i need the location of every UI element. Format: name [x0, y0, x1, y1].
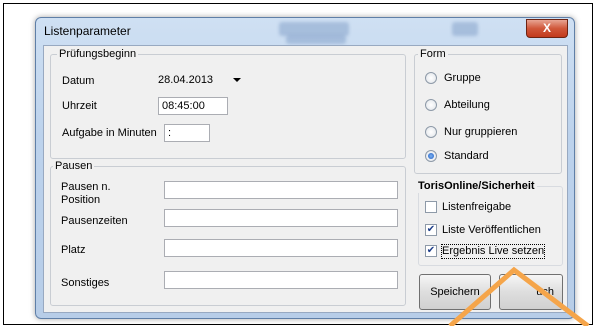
ergebnis-live-label: Ergebnis Live setzen	[440, 244, 546, 259]
dialog-client-area: Prüfungsbeginn Datum 28.04.2013 Uhrzeit …	[43, 45, 568, 313]
sonstiges-input[interactable]	[164, 271, 398, 289]
save-button[interactable]: Speichern	[419, 274, 491, 310]
platz-label: Platz	[61, 244, 86, 256]
listenparameter-dialog: Listenparameter X Prüfungsbeginn Datum 2…	[35, 17, 575, 319]
torisonline-title: TorisOnline/Sicherheit	[418, 180, 537, 193]
radio-icon[interactable]	[425, 126, 437, 138]
checkbox-icon[interactable]	[425, 201, 437, 213]
radio-icon[interactable]	[425, 72, 437, 84]
pausen-position-label: Pausen n. Position	[61, 181, 111, 206]
blurred-background-text	[279, 22, 349, 36]
uhrzeit-input[interactable]: 08:45:00	[158, 97, 228, 115]
liste-veroeffentlichen-label: Liste Veröffentlichen	[442, 224, 541, 236]
blurred-background-text	[452, 22, 478, 36]
window-title: Listenparameter	[44, 24, 131, 38]
form-group: Form Gruppe Abteilung Nur gruppieren Sta…	[414, 48, 562, 174]
aufgabe-label: Aufgabe in Minuten	[62, 127, 157, 139]
uhrzeit-label: Uhrzeit	[62, 100, 97, 112]
radio-abteilung-label: Abteilung	[444, 99, 490, 111]
search-button[interactable]: uch	[499, 274, 563, 310]
pausenzeiten-input[interactable]	[164, 209, 398, 227]
pruefungsbeginn-title: Prüfungsbeginn	[57, 48, 139, 60]
pausen-group: Pausen Pausen n. Position Pausenzeiten P…	[50, 160, 406, 306]
sonstiges-label: Sonstiges	[61, 277, 110, 289]
radio-selected-icon[interactable]	[425, 150, 437, 162]
close-icon: X	[542, 21, 551, 35]
listenfreigabe-label: Listenfreigabe	[442, 201, 512, 213]
torisonline-group: TorisOnline/Sicherheit Listenfreigabe ✔ …	[418, 180, 563, 266]
save-button-label: Speichern	[430, 286, 480, 298]
checkmark-icon[interactable]: ✔	[425, 245, 437, 257]
datum-picker[interactable]: 28.04.2013	[158, 70, 244, 90]
datum-label: Datum	[62, 75, 95, 87]
blurred-background-text	[286, 35, 346, 44]
radio-gruppe-label: Gruppe	[444, 72, 481, 84]
radio-nur-gruppieren-label: Nur gruppieren	[444, 126, 518, 138]
screenshot-frame: Listenparameter X Prüfungsbeginn Datum 2…	[3, 3, 593, 326]
aufgabe-input[interactable]: :	[164, 124, 210, 142]
pruefungsbeginn-group: Prüfungsbeginn Datum 28.04.2013 Uhrzeit …	[50, 48, 406, 159]
pausen-title: Pausen	[53, 160, 95, 172]
search-button-label: uch	[536, 286, 554, 298]
pausen-position-input[interactable]	[164, 181, 398, 199]
close-button[interactable]: X	[526, 19, 568, 38]
chevron-down-icon[interactable]	[233, 78, 241, 82]
form-title: Form	[418, 48, 448, 60]
platz-input[interactable]	[164, 239, 398, 257]
pausenzeiten-label: Pausenzeiten	[61, 215, 128, 227]
radio-standard-label: Standard	[444, 150, 489, 162]
radio-icon[interactable]	[425, 99, 437, 111]
datum-value: 28.04.2013	[158, 74, 214, 86]
checkmark-icon[interactable]: ✔	[425, 224, 437, 236]
title-bar: Listenparameter X	[36, 18, 574, 44]
